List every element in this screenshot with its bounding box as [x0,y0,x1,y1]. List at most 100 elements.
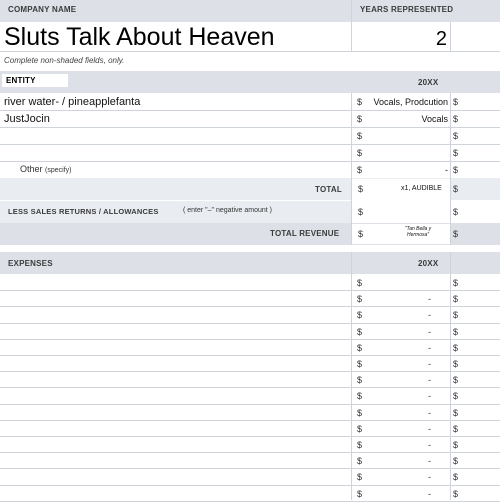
company-name-field[interactable]: Sluts Talk About Heaven [0,22,351,52]
divider [450,22,451,52]
dollar-sign: $ [453,310,459,321]
total-label: TOTAL [315,185,342,194]
dollar-sign: $ [357,472,363,483]
dollar-sign: $ [453,131,459,141]
dollar-sign: $ [453,114,459,124]
dollar-sign: $ [453,294,459,305]
less-returns-label: LESS SALES RETURNS / ALLOWANCES [8,207,159,216]
total-revenue-value-line2: Hermosa" [406,232,430,238]
dash-value: - [428,294,431,305]
dollar-sign: $ [357,342,363,353]
dash-value: - [428,342,431,353]
dash-value: - [428,423,431,434]
dollar-sign: $ [357,97,363,107]
dash-value: - [428,391,431,402]
dash-value: - [428,359,431,369]
total-dollar: $ [358,184,364,194]
dollar-sign: $ [357,440,363,450]
table-row[interactable] [0,340,500,356]
less-returns-dollar-2: $ [453,207,459,217]
dollar-sign: $ [357,326,363,337]
dollar-sign: $ [357,278,363,288]
total-revenue-value: "Tan Bella y Hermosa" [393,226,443,238]
total-revenue-dollar-2: $ [453,229,459,239]
instruction-note: Complete non-shaded fields, only. [4,56,125,65]
dollar-sign: $ [453,148,459,158]
less-returns-hint: ( enter "–" negative amount ) [183,207,273,214]
dollar-sign: $ [357,165,363,175]
table-row[interactable] [0,275,500,291]
table-row[interactable] [0,324,500,340]
dollar-sign: $ [453,440,459,450]
table-row[interactable] [0,291,500,307]
less-returns-field[interactable] [352,201,450,223]
divider [351,93,352,245]
expenses-year-label: 20XX [418,259,439,268]
years-represented-label: YEARS REPRESENTED [360,5,454,14]
dollar-sign: $ [357,456,363,467]
table-row[interactable] [0,145,500,162]
entity-name: river water- / pineapplefanta [4,96,141,108]
table-row[interactable] [0,356,500,372]
revenue-value: Vocals [421,114,448,124]
table-row[interactable] [0,388,500,404]
divider [450,252,451,500]
table-row[interactable] [0,453,500,469]
dollar-sign: $ [453,472,459,483]
divider [450,93,451,245]
other-specify: (specify) [45,167,72,174]
total-dollar-2: $ [453,184,459,194]
dash-value: - [428,440,431,450]
table-row[interactable] [0,162,500,179]
dollar-sign: $ [453,342,459,353]
dash-value: - [428,472,431,483]
years-field[interactable]: 2 [352,22,450,52]
table-row[interactable] [0,405,500,421]
dollar-sign: $ [453,278,459,288]
table-row[interactable] [0,437,500,453]
total-value: x1, AUDIBLE [401,185,442,192]
revenue-year-label: 20XX [418,78,439,87]
table-row[interactable] [0,486,500,502]
dash-value: - [428,488,431,499]
divider [0,51,500,52]
dollar-sign: $ [453,375,459,386]
dollar-sign: $ [357,148,363,158]
table-row[interactable] [0,372,500,388]
dollar-sign: $ [357,359,363,369]
table-row[interactable] [0,421,500,437]
dash-value: - [428,456,431,467]
table-row[interactable] [0,128,500,145]
dollar-sign: $ [357,294,363,305]
dollar-sign: $ [357,488,363,499]
table-row[interactable] [0,469,500,485]
revenue-value: - [445,165,448,175]
dollar-sign: $ [453,97,459,107]
total-revenue-label: TOTAL REVENUE [270,229,340,238]
table-row[interactable] [0,307,500,323]
dollar-sign: $ [357,310,363,321]
dollar-sign: $ [357,131,363,141]
dollar-sign: $ [453,326,459,337]
dollar-sign: $ [357,423,363,434]
dollar-sign: $ [357,391,363,402]
dollar-sign: $ [453,359,459,369]
dash-value: - [428,407,431,418]
total-revenue-dollar: $ [358,229,364,239]
entity-label: ENTITY [6,76,36,85]
dash-value: - [428,326,431,337]
divider [351,252,352,500]
dollar-sign: $ [453,423,459,434]
entity-name: JustJocin [4,113,50,125]
company-name-value: Sluts Talk About Heaven [4,23,275,51]
other-label: Other (specify) [20,164,71,174]
company-name-label: COMPANY NAME [8,5,77,14]
dollar-sign: $ [453,488,459,499]
dollar-sign: $ [453,165,459,175]
less-returns-dollar: $ [358,207,364,217]
dollar-sign: $ [453,391,459,402]
expenses-label: EXPENSES [8,259,53,268]
dash-value: - [428,310,431,321]
dollar-sign: $ [453,407,459,418]
other-text: Other [20,164,43,174]
